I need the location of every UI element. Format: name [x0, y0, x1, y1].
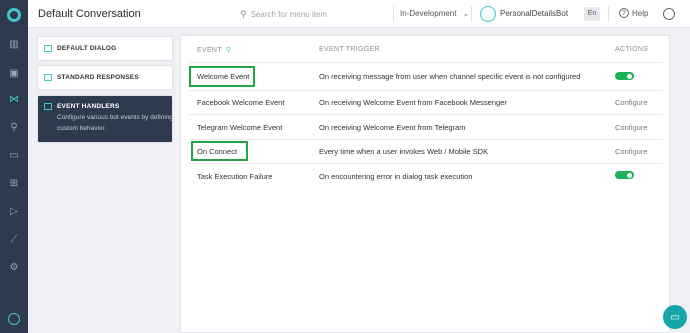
search-placeholder: Search for menu item: [250, 9, 328, 19]
bot-avatar-icon[interactable]: [480, 6, 496, 22]
event-name[interactable]: Facebook Welcome Event: [197, 98, 284, 107]
search-input[interactable]: ⚲ Search for menu item: [240, 8, 390, 20]
analytics-icon[interactable]: ▥: [8, 38, 20, 50]
menu-label: STANDARD RESPONSES: [57, 74, 139, 81]
chevron-down-icon: ⌄: [462, 9, 470, 18]
left-nav-rail: ▥ ▣ ⋈ ⚲ ▭ ⊞ ▷ ⟋ ⚙: [0, 0, 28, 333]
menu-event-handlers[interactable]: EVENT HANDLERS Configure various bot eve…: [37, 95, 173, 143]
column-header-event: EVENT ⚲: [197, 46, 231, 54]
dialog-icon: [44, 45, 52, 52]
top-bar: Default Conversation ⚲ Search for menu i…: [28, 0, 690, 28]
highlight-box: [191, 141, 248, 161]
help-icon: ?: [619, 8, 629, 18]
status-label: In-Development: [400, 9, 457, 18]
row-divider: [189, 139, 663, 140]
event-name[interactable]: Telegram Welcome Event: [197, 123, 282, 132]
divider: [471, 6, 472, 22]
column-header-trigger: EVENT TRIGGER: [319, 46, 380, 53]
settings-icon[interactable]: ⚙: [8, 261, 20, 273]
configure-link[interactable]: Configure: [615, 147, 648, 156]
chat-bubble-icon: ▭: [670, 311, 680, 323]
status-dropdown[interactable]: In-Development ⌄: [400, 9, 469, 18]
apps-icon[interactable]: ⊞: [8, 177, 20, 189]
event-trigger: Every time when a user invokes Web / Mob…: [319, 147, 489, 156]
event-trigger: On receiving Welcome Event from Facebook…: [319, 98, 507, 107]
responses-icon: [44, 74, 52, 81]
help-label: Help: [632, 8, 649, 18]
row-divider: [189, 163, 663, 164]
menu-label: DEFAULT DIALOG: [57, 45, 117, 52]
row-divider: [189, 90, 663, 91]
menu-label: EVENT HANDLERS: [57, 103, 120, 110]
column-header-actions: ACTIONS: [615, 46, 649, 53]
flow-icon[interactable]: ⋈: [8, 93, 20, 105]
user-icon[interactable]: [663, 8, 675, 20]
chat-widget-button[interactable]: ▭: [663, 305, 687, 329]
search-icon[interactable]: ⚲: [226, 47, 231, 54]
page-title: Default Conversation: [38, 8, 141, 20]
divider: [393, 6, 394, 22]
tools-icon[interactable]: ⚲: [8, 121, 20, 133]
language-selector[interactable]: En: [584, 7, 600, 21]
menu-standard-responses[interactable]: STANDARD RESPONSES: [37, 65, 173, 90]
help-button[interactable]: ? Help: [619, 8, 648, 18]
event-toggle[interactable]: [615, 171, 634, 179]
reports-icon[interactable]: ⟋: [8, 233, 20, 245]
menu-default-dialog[interactable]: DEFAULT DIALOG: [37, 36, 173, 61]
search-icon: ⚲: [240, 8, 247, 19]
menu-description: Configure various bot events by defining…: [57, 114, 173, 132]
events-icon: [44, 103, 52, 110]
profile-status-icon[interactable]: [8, 313, 20, 325]
event-toggle[interactable]: [615, 72, 634, 80]
row-divider: [189, 114, 663, 115]
highlight-box: [189, 66, 255, 87]
event-handlers-table: EVENT ⚲ EVENT TRIGGER ACTIONS Welcome Eve…: [180, 35, 670, 333]
event-trigger: On encountering error in dialog task exe…: [319, 172, 473, 181]
chat-icon[interactable]: ▭: [8, 149, 20, 161]
event-trigger: On receiving message from user when chan…: [319, 72, 581, 81]
configure-link[interactable]: Configure: [615, 123, 648, 132]
publish-icon[interactable]: ▷: [8, 205, 20, 217]
row-divider: [189, 62, 663, 63]
configure-link[interactable]: Configure: [615, 98, 648, 107]
event-trigger: On receiving Welcome Event from Telegram: [319, 123, 466, 132]
divider: [608, 6, 609, 22]
bot-name[interactable]: PersonalDetailsBot: [500, 9, 568, 18]
bot-store-icon[interactable]: ▣: [8, 67, 20, 79]
event-name[interactable]: Task Execution Failure: [197, 172, 272, 181]
conversation-menu: DEFAULT DIALOG STANDARD RESPONSES EVENT …: [28, 28, 180, 333]
app-logo-icon[interactable]: [7, 8, 21, 22]
header-label: EVENT: [197, 47, 222, 54]
